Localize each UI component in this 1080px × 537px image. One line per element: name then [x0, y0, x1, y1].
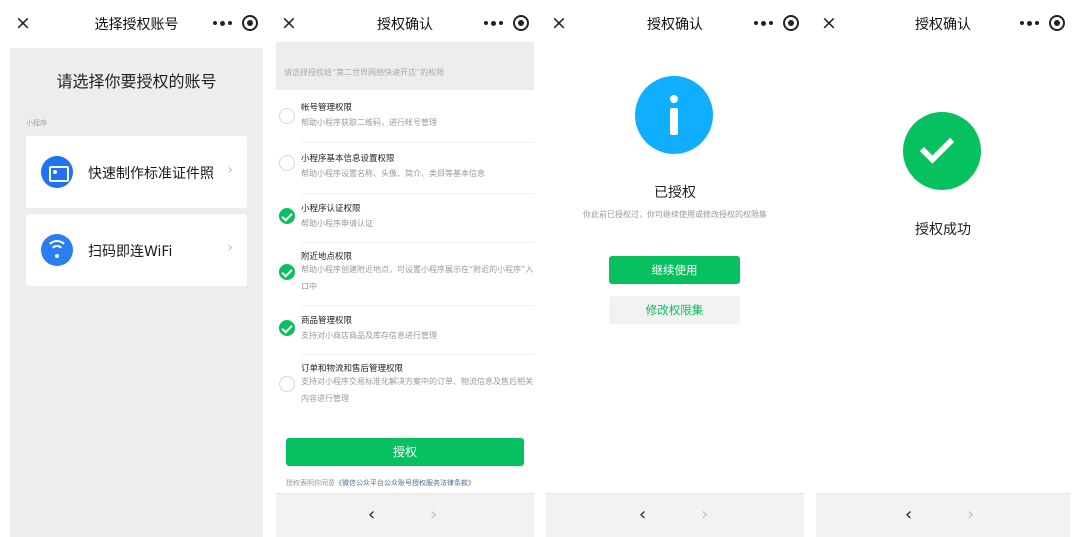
permission-title: 小程序认证权限 [301, 204, 361, 214]
permission-desc: 帮助小程序申请认证 [301, 219, 373, 228]
info-icon [635, 76, 713, 154]
id-card-icon [41, 156, 73, 188]
miniprogram-exit-icon[interactable] [783, 15, 799, 31]
permission-item[interactable]: 小程序基本信息设置权限 帮助小程序设置名称、头像、简介、类目等基本信息 [276, 152, 534, 192]
miniprogram-exit-icon[interactable] [513, 15, 529, 31]
back-icon[interactable]: ‹ [639, 504, 646, 525]
more-menu-icon[interactable] [480, 14, 506, 32]
continue-button[interactable]: 继续使用 [609, 256, 740, 284]
permission-item[interactable]: 小程序认证权限 帮助小程序申请认证 [276, 202, 534, 242]
navigation-bar: × 授权确认 [546, 0, 804, 48]
authorization-success-screen: × 授权确认 授权成功 ‹ › [816, 0, 1070, 537]
navigation-bar: × 授权确认 [816, 0, 1070, 48]
account-select-screen: × 选择授权账号 请选择你要授权的账号 小程序 快速制作标准证件照 › 扫码即连… [10, 0, 263, 537]
divider [301, 142, 534, 143]
permission-checkbox-checked[interactable] [279, 208, 295, 224]
permission-desc: 支持对小商店商品及库存信息进行管理 [301, 331, 437, 340]
already-authorized-screen: × 授权确认 已授权 你此前已授权过，你可继续使用或修改授权的权限集 继续使用 … [546, 0, 804, 537]
permission-checkbox[interactable] [279, 376, 295, 392]
forward-icon[interactable]: › [701, 504, 708, 525]
divider [301, 305, 534, 306]
agreement-prefix: 授权表明你同意 [286, 479, 335, 487]
permission-checkbox-checked[interactable] [279, 320, 295, 336]
divider [301, 193, 534, 194]
success-check-icon [903, 112, 981, 190]
permission-desc: 支持对小程序交易标准化解决方案中的订单、物流信息及售后相关内容进行管理 [301, 377, 533, 403]
miniprogram-exit-icon[interactable] [242, 15, 258, 31]
permission-title: 小程序基本信息设置权限 [301, 154, 395, 164]
permission-item[interactable]: 附近地点权限 帮助小程序创建附近地点，可设置小程序展示在“附近的小程序”入口中 [276, 250, 534, 300]
navigation-bar: × 选择授权账号 [10, 0, 263, 48]
account-item-wifi[interactable]: 扫码即连WiFi › [26, 214, 247, 286]
forward-icon[interactable]: › [430, 504, 437, 525]
permission-checkbox[interactable] [279, 108, 295, 124]
success-title: 授权成功 [915, 222, 971, 238]
permission-desc: 帮助小程序设置名称、头像、简介、类目等基本信息 [301, 169, 485, 178]
permission-checkbox[interactable] [279, 155, 295, 171]
account-select-body: 请选择你要授权的账号 小程序 快速制作标准证件照 › 扫码即连WiFi › [10, 48, 263, 537]
bottom-nav-bar: ‹ › [816, 493, 1070, 537]
authorization-confirm-screen: × 授权确认 请选择授权给“第二世界网络快速开店”的权限 帐号管理权限 帮助小程… [276, 0, 534, 537]
divider [301, 354, 534, 355]
permission-item[interactable]: 商品管理权限 支持对小商店商品及库存信息进行管理 [276, 314, 534, 354]
miniprogram-exit-icon[interactable] [1049, 15, 1065, 31]
permission-desc: 帮助小程序创建附近地点，可设置小程序展示在“附近的小程序”入口中 [301, 265, 534, 291]
back-icon[interactable]: ‹ [905, 504, 912, 525]
account-item-id-photo[interactable]: 快速制作标准证件照 › [26, 136, 247, 208]
list-fade [276, 412, 534, 430]
permission-item[interactable]: 订单和物流和售后管理权限 支持对小程序交易标准化解决方案中的订单、物流信息及售后… [276, 362, 534, 412]
modify-permissions-button[interactable]: 修改权限集 [609, 296, 740, 324]
back-icon[interactable]: ‹ [368, 504, 375, 525]
bottom-nav-bar: ‹ › [546, 493, 804, 537]
permission-item[interactable]: 帐号管理权限 帮助小程序获取二维码，进行帐号管理 [276, 101, 534, 141]
authorize-button[interactable]: 授权 [286, 438, 524, 466]
account-name: 快速制作标准证件照 [88, 166, 214, 182]
more-menu-icon[interactable] [750, 14, 776, 32]
permission-banner-text: 请选择授权给“第二世界网络快速开店”的权限 [284, 68, 445, 77]
permission-title: 商品管理权限 [301, 316, 353, 326]
forward-icon[interactable]: › [967, 504, 974, 525]
agreement-link[interactable]: 《微信公众平台公众账号授权服务法律条款》 [335, 479, 475, 487]
more-menu-icon[interactable] [1016, 14, 1042, 32]
permission-title: 帐号管理权限 [301, 103, 353, 113]
agreement-note: 授权表明你同意《微信公众平台公众账号授权服务法律条款》 [286, 478, 475, 488]
chevron-right-icon: › [227, 240, 233, 256]
chevron-right-icon: › [227, 162, 233, 178]
divider [301, 242, 534, 243]
permission-desc: 帮助小程序获取二维码，进行帐号管理 [301, 118, 437, 127]
navigation-bar: × 授权确认 [276, 0, 534, 48]
account-name: 扫码即连WiFi [88, 244, 173, 260]
section-label: 小程序 [26, 119, 47, 127]
wifi-icon [41, 234, 73, 266]
status-title: 已授权 [654, 185, 696, 201]
bottom-nav-bar: ‹ › [276, 493, 534, 537]
select-heading: 请选择你要授权的账号 [56, 72, 217, 91]
permission-checkbox-checked[interactable] [279, 264, 295, 280]
permission-banner: 请选择授权给“第二世界网络快速开店”的权限 [276, 42, 534, 90]
more-menu-icon[interactable] [209, 14, 235, 32]
status-desc: 你此前已授权过，你可继续使用或修改授权的权限集 [583, 210, 767, 219]
